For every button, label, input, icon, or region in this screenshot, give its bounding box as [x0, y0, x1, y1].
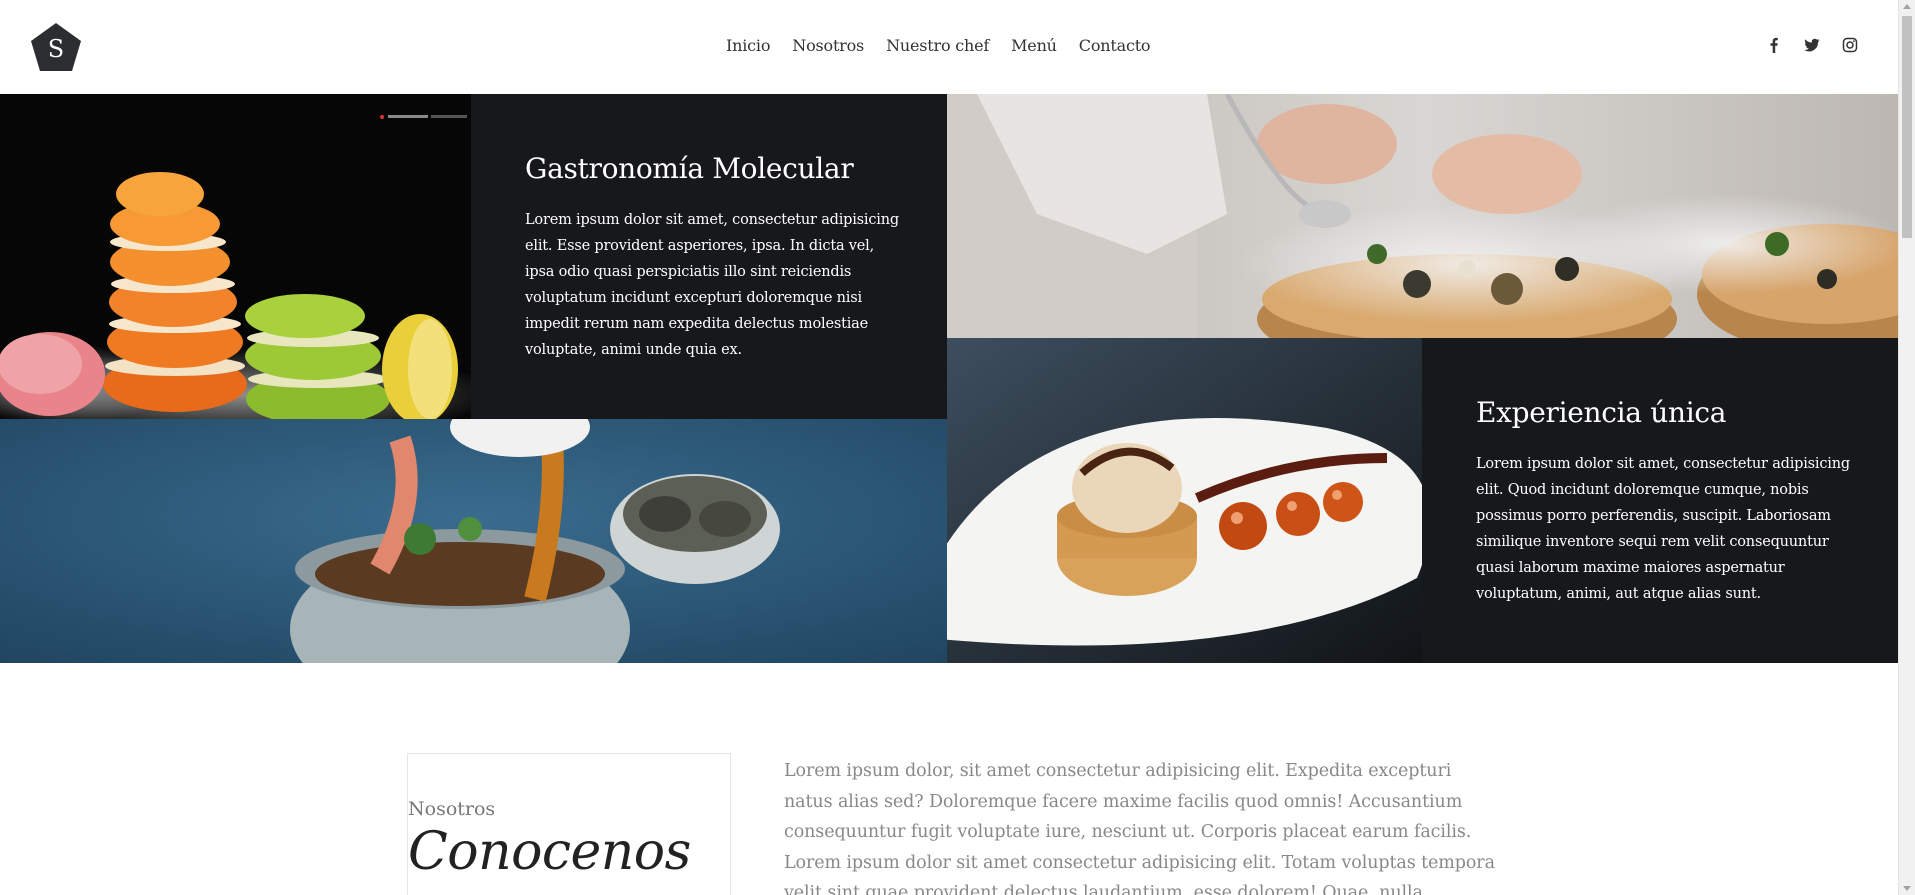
- instagram-icon[interactable]: [1842, 37, 1858, 53]
- logo[interactable]: S: [30, 22, 82, 72]
- about-text: Lorem ipsum dolor, sit amet consectetur …: [784, 761, 1495, 895]
- about-subtitle: Nosotros: [408, 798, 496, 820]
- soup-pouring-image: [0, 419, 947, 663]
- nav-inicio[interactable]: Inicio: [726, 36, 770, 55]
- nav-nosotros[interactable]: Nosotros: [792, 36, 864, 55]
- chef-plating-image: [947, 94, 1898, 338]
- molecular-title: Gastronomía Molecular: [525, 152, 854, 185]
- nav-menu[interactable]: Menú: [1011, 36, 1057, 55]
- facebook-icon[interactable]: [1766, 37, 1782, 53]
- about-title: Conocenos: [408, 822, 691, 882]
- molecular-text: Lorem ipsum dolor sit amet, consectetur …: [525, 212, 899, 358]
- scroll-up-icon[interactable]: [1903, 4, 1911, 9]
- experiencia-title: Experiencia única: [1476, 396, 1727, 429]
- nav-nuestro-chef[interactable]: Nuestro chef: [886, 36, 989, 55]
- dessert-image: [947, 338, 1422, 663]
- scrollbar[interactable]: [1898, 0, 1915, 895]
- social-links: [1766, 37, 1858, 53]
- site-header: S Inicio Nosotros Nuestro chef Menú Cont…: [0, 0, 1898, 94]
- experiencia-text: Lorem ipsum dolor sit amet, consectetur …: [1476, 456, 1850, 602]
- molecular-panel: Gastronomía Molecular Lorem ipsum dolor …: [471, 94, 947, 419]
- macarons-image: [0, 94, 471, 419]
- scroll-down-icon[interactable]: [1903, 886, 1911, 891]
- hero-grid: Gastronomía Molecular Lorem ipsum dolor …: [0, 94, 1898, 663]
- nav-contacto[interactable]: Contacto: [1079, 36, 1151, 55]
- experiencia-panel: Experiencia única Lorem ipsum dolor sit …: [1422, 338, 1898, 663]
- logo-letter: S: [48, 35, 64, 63]
- scroll-thumb[interactable]: [1902, 16, 1912, 238]
- twitter-icon[interactable]: [1804, 37, 1820, 53]
- main-nav: Inicio Nosotros Nuestro chef Menú Contac…: [726, 36, 1172, 55]
